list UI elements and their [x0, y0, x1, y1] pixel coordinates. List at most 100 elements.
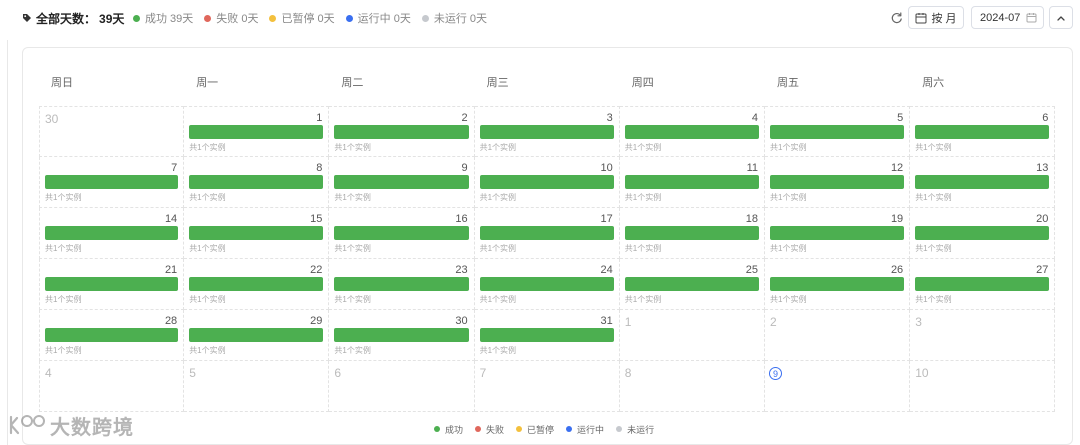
day-number: 18 [745, 213, 758, 225]
calendar-day[interactable]: 27 共1个实例 [910, 259, 1056, 310]
success-status-bar[interactable] [189, 277, 324, 291]
success-status-bar[interactable] [479, 175, 614, 189]
day-number: 2 [770, 315, 777, 329]
month-picker[interactable]: 2024-07 [971, 6, 1044, 29]
success-status-bar[interactable] [334, 175, 469, 189]
success-status-bar[interactable] [770, 226, 905, 240]
legend-item: 已暂停 [516, 423, 554, 436]
calendar-day[interactable]: 10 共1个实例 [474, 157, 620, 208]
status-summary-label: 未运行 0天 [433, 13, 488, 25]
calendar-day[interactable]: 22 共1个实例 [184, 259, 330, 310]
calendar-day[interactable]: 19 共1个实例 [765, 208, 911, 259]
calendar-day[interactable]: 23 共1个实例 [329, 259, 475, 310]
day-number: 5 [897, 112, 904, 124]
instance-count: 共1个实例 [479, 295, 517, 304]
instance-count: 共1个实例 [334, 193, 371, 202]
success-status-bar[interactable] [45, 175, 179, 189]
calendar-day[interactable]: 3 共1个实例 [474, 106, 620, 157]
success-status-bar[interactable] [770, 277, 905, 291]
calendar-day[interactable]: 8 共1个实例 [184, 157, 330, 208]
success-status-bar[interactable] [45, 328, 179, 342]
success-status-bar[interactable] [189, 125, 324, 139]
success-status-bar[interactable] [624, 226, 759, 240]
calendar-day-other-month: 2 [765, 310, 911, 361]
calendar-day[interactable]: 30 共1个实例 [329, 310, 475, 361]
success-status-bar[interactable] [915, 175, 1050, 189]
success-status-bar[interactable] [334, 226, 469, 240]
success-status-bar[interactable] [624, 175, 759, 189]
success-status-bar[interactable] [624, 277, 759, 291]
success-status-bar[interactable] [479, 328, 614, 342]
refresh-icon[interactable] [890, 11, 904, 25]
success-status-bar[interactable] [45, 277, 179, 291]
instance-count: 共1个实例 [624, 295, 662, 304]
success-status-bar[interactable] [334, 277, 469, 291]
calendar-day[interactable]: 20 共1个实例 [910, 208, 1056, 259]
calendar-day[interactable]: 28 共1个实例 [39, 310, 185, 361]
calendar-day[interactable]: 15 共1个实例 [184, 208, 330, 259]
calendar-day[interactable]: 16 共1个实例 [329, 208, 475, 259]
calendar-day[interactable]: 25 共1个实例 [619, 259, 765, 310]
calendar-icon [1026, 13, 1037, 23]
calendar-day[interactable]: 17 共1个实例 [474, 208, 620, 259]
calendar-day[interactable]: 12 共1个实例 [765, 157, 911, 208]
calendar-day[interactable]: 7 共1个实例 [39, 157, 185, 208]
success-status-bar[interactable] [770, 175, 905, 189]
instance-count: 共1个实例 [189, 346, 226, 355]
day-number: 1 [624, 315, 632, 329]
instance-count: 共1个实例 [770, 295, 807, 304]
success-status-bar[interactable] [189, 328, 324, 342]
calendar-day-other-month: 4 [39, 361, 185, 412]
day-number: 4 [45, 366, 52, 380]
instance-count: 共1个实例 [915, 193, 952, 202]
success-status-bar[interactable] [479, 125, 614, 139]
instance-count: 共1个实例 [45, 244, 82, 253]
legend-dot-icon [616, 426, 623, 432]
calendar-day[interactable]: 1 共1个实例 [184, 106, 330, 157]
success-status-bar[interactable] [189, 175, 324, 189]
chevron-up-icon [1057, 15, 1065, 21]
success-status-bar[interactable] [189, 226, 324, 240]
success-status-bar[interactable] [915, 226, 1050, 240]
success-status-bar[interactable] [479, 277, 614, 291]
calendar-day[interactable]: 14 共1个实例 [39, 208, 185, 259]
calendar-day[interactable]: 24 共1个实例 [474, 259, 620, 310]
instance-count: 共1个实例 [479, 193, 517, 202]
calendar-day[interactable]: 4 共1个实例 [619, 106, 765, 157]
success-status-bar[interactable] [45, 226, 179, 240]
legend-label: 运行中 [577, 424, 605, 435]
instance-count: 共1个实例 [624, 193, 662, 202]
calendar-day[interactable]: 26 共1个实例 [765, 259, 911, 310]
success-status-bar[interactable] [479, 226, 614, 240]
calendar-day[interactable]: 6 共1个实例 [910, 106, 1056, 157]
success-status-bar[interactable] [334, 125, 469, 139]
success-status-bar[interactable] [770, 125, 905, 139]
view-by-month-button[interactable]: 按 月 [908, 6, 964, 29]
collapse-button[interactable] [1049, 6, 1073, 29]
status-dot-icon [421, 14, 429, 22]
status-summary-item: 未运行 0天 [421, 10, 488, 26]
success-status-bar[interactable] [915, 277, 1050, 291]
calendar-day[interactable]: 11 共1个实例 [619, 157, 765, 208]
instance-count: 共1个实例 [770, 244, 807, 253]
calendar-day-other-month: 8 [619, 361, 765, 412]
calendar-day[interactable]: 29 共1个实例 [184, 310, 330, 361]
month-picker-value: 2024-07 [980, 11, 1021, 24]
success-status-bar[interactable] [915, 125, 1050, 139]
calendar-day[interactable]: 9 共1个实例 [329, 157, 475, 208]
calendar-day[interactable]: 13 共1个实例 [910, 157, 1056, 208]
total-days-value: 39天 [99, 11, 125, 26]
instance-count: 共1个实例 [189, 295, 226, 304]
status-summary-item: 运行中 0天 [345, 10, 411, 26]
calendar-day[interactable]: 18 共1个实例 [619, 208, 765, 259]
calendar-day[interactable]: 2 共1个实例 [329, 106, 475, 157]
legend-item: 运行中 [566, 423, 604, 436]
day-number: 26 [890, 264, 904, 276]
calendar-day[interactable]: 5 共1个实例 [765, 106, 911, 157]
calendar-day[interactable]: 21 共1个实例 [39, 259, 185, 310]
day-number: 14 [164, 213, 178, 225]
success-status-bar[interactable] [624, 125, 759, 139]
success-status-bar[interactable] [334, 328, 469, 342]
day-number: 1 [316, 112, 323, 124]
calendar-day[interactable]: 31 共1个实例 [474, 310, 620, 361]
